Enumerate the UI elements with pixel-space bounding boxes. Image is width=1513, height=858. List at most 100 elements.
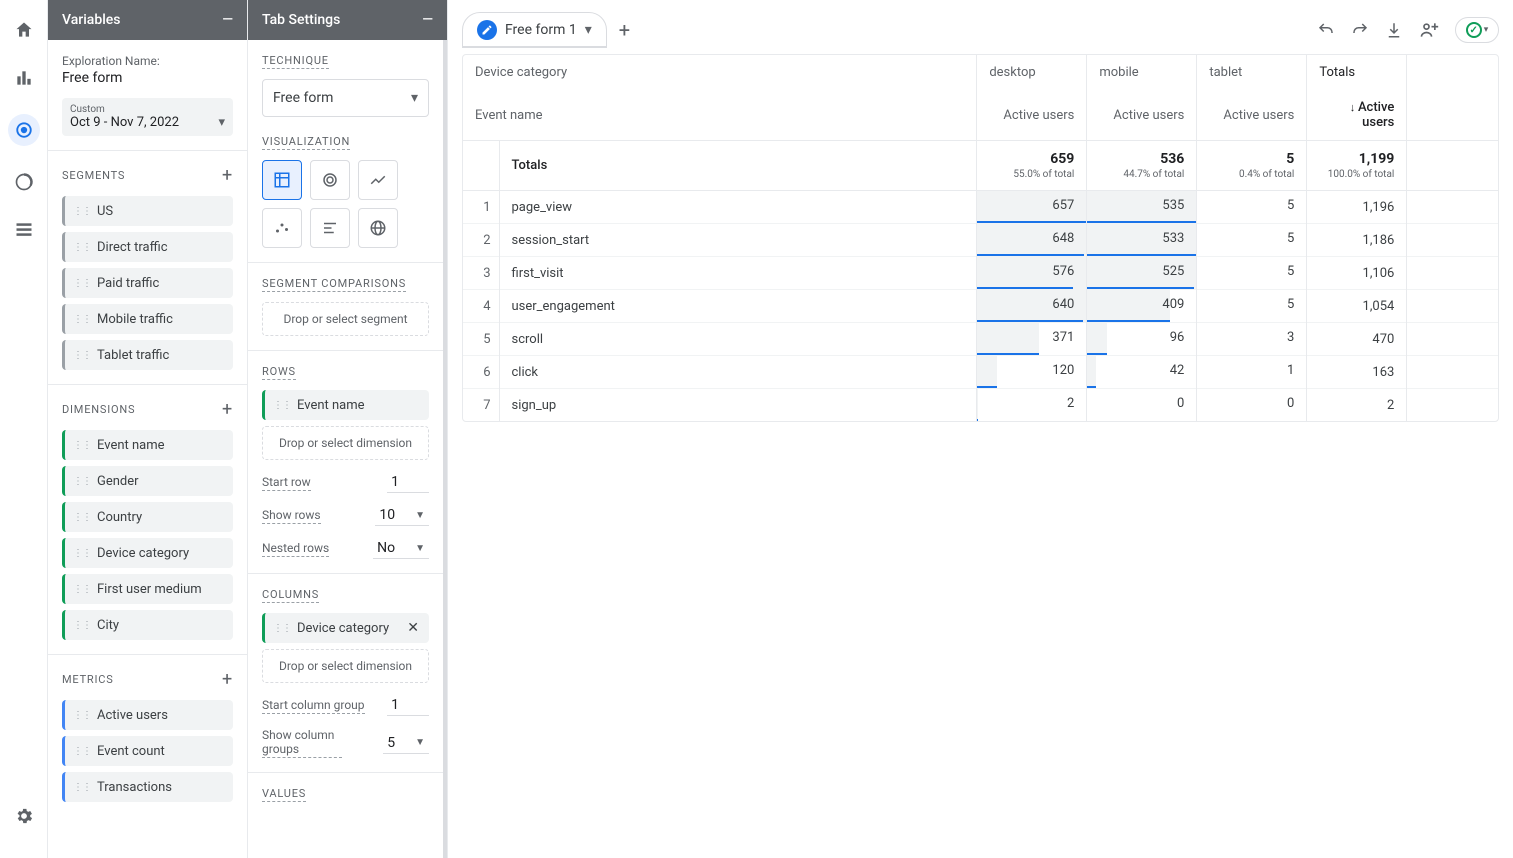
advertising-icon[interactable] [12, 170, 36, 194]
start-row-value[interactable]: 1 [387, 472, 429, 493]
row-name: session_start [500, 226, 977, 255]
tab-settings-title: Tab Settings [262, 12, 340, 28]
metric-chip[interactable]: ⋮⋮Transactions [62, 772, 233, 802]
share-icon[interactable] [1419, 20, 1439, 40]
table-row[interactable]: 4user_engagement64040951,054 [463, 290, 1498, 323]
start-col-value[interactable]: 1 [387, 695, 429, 716]
add-dimension-icon[interactable]: + [222, 399, 233, 420]
collapse-icon[interactable]: — [422, 12, 433, 28]
nested-rows-select[interactable]: No▼ [373, 538, 429, 559]
row-total: 2 [1307, 391, 1406, 420]
dimension-chip[interactable]: ⋮⋮Country [62, 502, 233, 532]
explore-icon[interactable] [8, 114, 40, 146]
reports-icon[interactable] [12, 66, 36, 90]
row-total: 1,196 [1307, 193, 1406, 222]
row-name: page_view [500, 193, 977, 222]
data-cell: 371 [977, 323, 1086, 355]
row-total: 163 [1307, 358, 1406, 387]
dimension-chip[interactable]: ⋮⋮City [62, 610, 233, 640]
undo-icon[interactable] [1317, 21, 1335, 39]
nested-rows-label: Nested rows [262, 541, 329, 557]
data-cell: 525 [1087, 257, 1196, 289]
columns-drop-zone[interactable]: Drop or select dimension [262, 649, 429, 683]
data-quality-indicator[interactable]: ✓▾ [1455, 17, 1499, 43]
tab-name: Free form 1 [505, 22, 577, 38]
drag-handle-icon: ⋮⋮ [73, 512, 91, 523]
chevron-down-icon: ▼ [415, 737, 425, 748]
viz-scatter-icon[interactable] [262, 208, 302, 248]
data-cell: 533 [1087, 224, 1196, 256]
table-row[interactable]: 3first_visit57652551,106 [463, 257, 1498, 290]
data-cell: 5 [1197, 257, 1306, 289]
add-segment-icon[interactable]: + [222, 165, 233, 186]
table-row[interactable]: 5scroll371963470 [463, 323, 1498, 356]
col-header-desktop[interactable]: desktop [977, 55, 1087, 90]
collapse-icon[interactable]: — [222, 12, 233, 28]
chevron-down-icon: ▼ [415, 543, 425, 554]
rows-drop-zone[interactable]: Drop or select dimension [262, 426, 429, 460]
table-row[interactable]: 7sign_up2002 [463, 389, 1498, 422]
segment-chip[interactable]: ⋮⋮Tablet traffic [62, 340, 233, 370]
exploration-name-value[interactable]: Free form [62, 70, 233, 86]
col-header-mobile[interactable]: mobile [1087, 55, 1197, 90]
col-header-totals[interactable]: Totals [1307, 55, 1407, 90]
dimension-chip[interactable]: ⋮⋮Event name [62, 430, 233, 460]
row-name: user_engagement [500, 292, 977, 321]
dimension-chip[interactable]: ⋮⋮Gender [62, 466, 233, 496]
viz-geo-icon[interactable] [358, 208, 398, 248]
segment-chip[interactable]: ⋮⋮US [62, 196, 233, 226]
tab-indicator-icon [477, 20, 497, 40]
metric-header[interactable]: Active users [1197, 90, 1307, 141]
dimension-chip[interactable]: ⋮⋮Device category [62, 538, 233, 568]
viz-bar-icon[interactable] [310, 208, 350, 248]
tab-settings-header: Tab Settings — [248, 0, 447, 40]
configure-icon[interactable] [12, 218, 36, 242]
settings-icon[interactable] [12, 804, 36, 828]
data-cell: 5 [1197, 191, 1306, 223]
segment-chip[interactable]: ⋮⋮Direct traffic [62, 232, 233, 262]
viz-line-icon[interactable] [358, 160, 398, 200]
chevron-down-icon[interactable]: ▾ [585, 22, 592, 38]
totals-cell: 65955.0% of total [977, 141, 1086, 190]
show-col-select[interactable]: 5▼ [383, 733, 429, 754]
date-range-picker[interactable]: Custom Oct 9 - Nov 7, 2022 ▾ [62, 98, 233, 136]
home-icon[interactable] [12, 18, 36, 42]
show-rows-select[interactable]: 10▼ [375, 505, 429, 526]
download-icon[interactable] [1385, 21, 1403, 39]
metric-chip[interactable]: ⋮⋮Active users [62, 700, 233, 730]
redo-icon[interactable] [1351, 21, 1369, 39]
metric-header[interactable]: Active users [1087, 90, 1197, 141]
viz-donut-icon[interactable] [310, 160, 350, 200]
sort-metric-header[interactable]: Active users [1307, 90, 1407, 141]
dimension-chip[interactable]: ⋮⋮First user medium [62, 574, 233, 604]
table-row[interactable]: 2session_start64853351,186 [463, 224, 1498, 257]
col-header-tablet[interactable]: tablet [1197, 55, 1307, 90]
exploration-tab[interactable]: Free form 1 ▾ [462, 12, 607, 48]
segment-chip[interactable]: ⋮⋮Paid traffic [62, 268, 233, 298]
row-index: 7 [463, 389, 499, 422]
technique-select[interactable]: Free form ▾ [262, 79, 429, 117]
drag-handle-icon: ⋮⋮ [73, 278, 91, 289]
row-index: 4 [463, 290, 499, 323]
viz-table-icon[interactable] [262, 160, 302, 200]
metric-chip[interactable]: ⋮⋮Event count [62, 736, 233, 766]
segment-chip[interactable]: ⋮⋮Mobile traffic [62, 304, 233, 334]
add-metric-icon[interactable]: + [222, 669, 233, 690]
segment-drop-zone[interactable]: Drop or select segment [262, 302, 429, 336]
add-tab-icon[interactable]: + [619, 18, 630, 42]
data-cell: 576 [977, 257, 1086, 289]
table-row[interactable]: 1page_view65753551,196 [463, 191, 1498, 224]
drag-handle-icon: ⋮⋮ [73, 584, 91, 595]
close-icon[interactable]: ✕ [405, 618, 421, 638]
row-name: scroll [500, 325, 977, 354]
table-row[interactable]: 6click120421163 [463, 356, 1498, 389]
columns-chip-device-category[interactable]: ⋮⋮Device category✕ [262, 613, 429, 643]
rows-chip-event-name[interactable]: ⋮⋮Event name [262, 390, 429, 420]
data-cell: 640 [977, 290, 1086, 322]
drag-handle-icon: ⋮⋮ [73, 206, 91, 217]
data-cell: 96 [1087, 323, 1196, 355]
data-cell: 120 [977, 356, 1086, 388]
totals-cell: 1,199100.0% of total [1307, 141, 1406, 190]
row-name: first_visit [500, 259, 977, 288]
metric-header[interactable]: Active users [977, 90, 1087, 141]
